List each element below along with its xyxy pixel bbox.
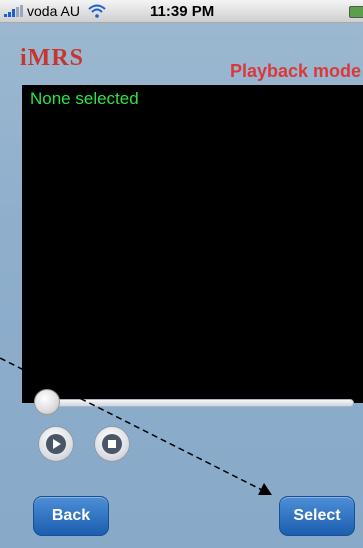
selection-status: None selected — [30, 89, 139, 108]
carrier-name: voda AU — [27, 3, 80, 19]
display-panel: None selected — [22, 85, 363, 403]
playback-slider-track[interactable] — [36, 399, 354, 407]
app-screen: iMRS Playback mode None selected Back Se… — [0, 23, 363, 548]
select-button[interactable]: Select — [279, 496, 355, 536]
wifi-icon — [88, 4, 106, 18]
status-bar: voda AU 11:39 PM — [0, 0, 363, 23]
carrier-indicator: voda AU — [4, 3, 106, 19]
play-button[interactable] — [38, 426, 74, 462]
clock: 11:39 PM — [150, 3, 215, 20]
back-button[interactable]: Back — [33, 496, 109, 536]
play-icon — [46, 434, 66, 454]
stop-icon — [102, 434, 122, 454]
stop-button[interactable] — [94, 426, 130, 462]
mode-label: Playback mode — [230, 61, 362, 81]
signal-strength-icon — [4, 5, 23, 17]
app-logo: iMRS — [20, 45, 84, 71]
playback-slider-thumb[interactable] — [34, 389, 60, 415]
battery-icon — [349, 6, 363, 18]
